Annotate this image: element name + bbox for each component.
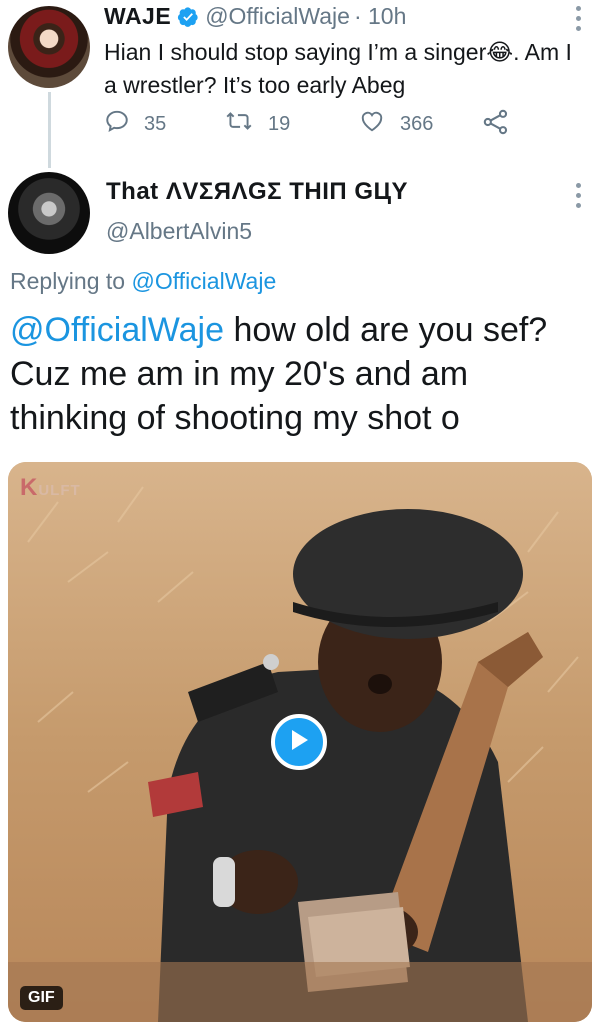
- verified-badge-icon: [177, 6, 199, 28]
- parent-tweet-actions: 35 19 366: [104, 108, 524, 140]
- play-button[interactable]: [271, 714, 327, 770]
- play-icon: [288, 728, 310, 757]
- waje-avatar[interactable]: [8, 6, 90, 88]
- parent-tweet-header: WAJE @OfficialWaje · 10h: [104, 3, 406, 30]
- reply-icon: [104, 108, 144, 140]
- albert-avatar[interactable]: [8, 172, 90, 254]
- retweet-button[interactable]: 19: [224, 108, 290, 140]
- retweet-icon: [224, 108, 268, 140]
- like-button[interactable]: 366: [358, 108, 433, 140]
- kulft-watermark: KULFT: [20, 474, 81, 501]
- share-icon: [482, 108, 524, 142]
- parent-tweet-text: Hian I should stop saying I’m a singer😂.…: [104, 39, 572, 98]
- parent-tweet-time: · 10h: [353, 3, 407, 29]
- like-count: 366: [400, 112, 434, 135]
- replying-to-line: Replying to @OfficialWaje: [10, 268, 276, 295]
- replying-to-label: Replying to: [10, 268, 126, 294]
- gif-media[interactable]: KULFT GIF: [8, 462, 592, 1022]
- parent-author-handle[interactable]: @OfficialWaje: [205, 3, 350, 30]
- replying-to-link[interactable]: @OfficialWaje: [131, 268, 276, 294]
- more-options-icon[interactable]: [568, 6, 588, 31]
- thread-connector: [48, 92, 51, 168]
- reply-author-handle[interactable]: @AlbertAlvin5: [106, 218, 252, 245]
- retweet-count: 19: [268, 112, 291, 135]
- gif-badge: GIF: [20, 986, 63, 1010]
- reply-button[interactable]: 35: [104, 108, 166, 140]
- parent-author-name[interactable]: WAJE: [104, 3, 171, 30]
- more-options-icon[interactable]: [568, 183, 588, 208]
- share-button[interactable]: [482, 108, 524, 142]
- like-icon: [358, 108, 400, 140]
- reply-tweet-text: @OfficialWaje how old are you sef? Cuz m…: [10, 308, 570, 440]
- reply-count: 35: [144, 112, 167, 135]
- reply-author-name[interactable]: That ΛVΣЯΛGΣ THIП GЦY: [106, 178, 408, 206]
- mention-link[interactable]: @OfficialWaje: [10, 311, 224, 349]
